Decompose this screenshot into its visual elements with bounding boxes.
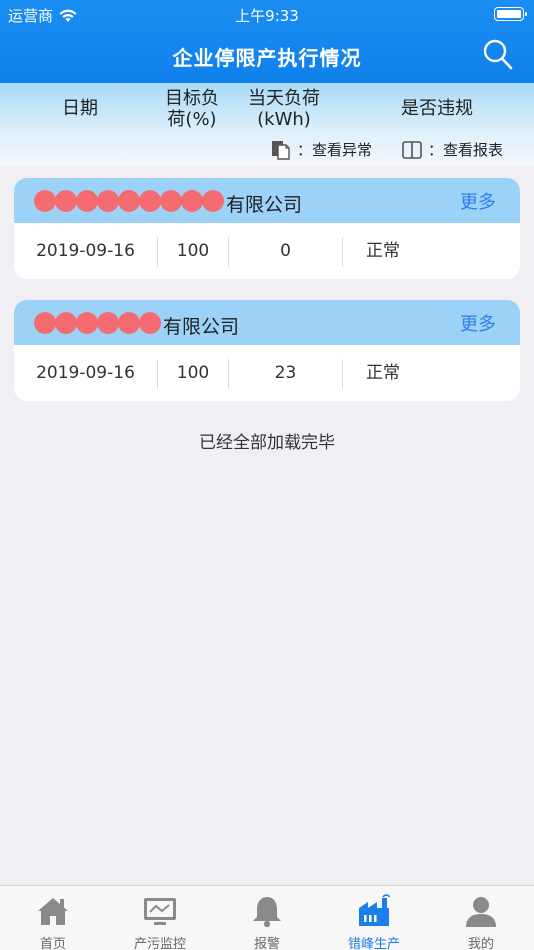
col-target-line2: 荷(%) <box>167 109 217 130</box>
nav-bar: 企业停限产执行情况 <box>0 36 534 76</box>
col-load-line2: (kWh) <box>257 109 311 130</box>
card-row: 2019-09-16 100 23 正常 <box>14 345 520 401</box>
page-title: 企业停限产执行情况 <box>172 46 362 70</box>
redacted-company-name <box>34 190 224 212</box>
col-target-line1: 目标负 <box>165 88 219 109</box>
header-bar: 运营商 上午9:33 企业停限产执行情况 <box>0 0 534 83</box>
tab-mine[interactable]: 我的 <box>428 886 534 950</box>
book-icon <box>402 140 422 159</box>
tab-bar: 首页 产污监控 报警 错峰生产 我的 <box>0 885 534 950</box>
legend-report: ：查看报表 <box>402 139 503 160</box>
legend-abnormal-label: ：查看异常 <box>297 141 373 159</box>
col-violation: 是否违规 <box>401 98 473 119</box>
monitor-icon <box>144 898 176 925</box>
user-icon <box>466 897 496 927</box>
search-icon[interactable] <box>482 38 514 72</box>
status-bar: 运营商 上午9:33 <box>0 0 534 30</box>
tab-peak-production[interactable]: 错峰生产 <box>321 886 427 950</box>
company-card[interactable]: 有限公司 更多 2019-09-16 100 23 正常 <box>14 300 520 401</box>
tab-label: 我的 <box>467 937 494 950</box>
battery-icon <box>494 7 527 21</box>
home-icon <box>38 898 68 925</box>
col-load: 当天负荷 (kWh) <box>238 88 330 130</box>
tab-alarm[interactable]: 报警 <box>214 886 320 950</box>
tab-label: 错峰生产 <box>347 937 400 950</box>
company-name-suffix: 有限公司 <box>226 194 303 216</box>
status-time: 上午9:33 <box>235 7 299 25</box>
date-cell: 2019-09-16 <box>36 241 135 261</box>
tab-home[interactable]: 首页 <box>0 886 106 950</box>
card-row: 2019-09-16 100 0 正常 <box>14 223 520 279</box>
target-cell: 100 <box>176 363 210 383</box>
bell-icon <box>253 897 281 928</box>
col-target: 目标负 荷(%) <box>150 88 234 130</box>
legend-report-label: ：查看报表 <box>428 141 504 159</box>
load-cell: 0 <box>280 241 291 261</box>
tab-label: 首页 <box>39 937 66 950</box>
col-load-line1: 当天负荷 <box>248 88 320 109</box>
col-date: 日期 <box>62 98 98 119</box>
tab-label: 产污监控 <box>133 937 186 950</box>
document-icon <box>272 140 290 160</box>
more-link[interactable]: 更多 <box>460 188 496 214</box>
card-header: 有限公司 更多 <box>14 300 520 345</box>
redacted-company-name <box>34 312 161 334</box>
load-cell: 23 <box>274 363 297 383</box>
legend-abnormal: ：查看异常 <box>271 139 372 160</box>
tab-monitor[interactable]: 产污监控 <box>107 886 213 950</box>
date-cell: 2019-09-16 <box>36 363 135 383</box>
column-header: 日期 目标负 荷(%) 当天负荷 (kWh) 是否违规 ：查看异常 ：查看报表 <box>0 83 534 166</box>
status-cell: 正常 <box>366 241 400 261</box>
factory-icon <box>359 894 390 926</box>
tab-label: 报警 <box>253 937 280 950</box>
all-loaded-text: 已经全部加载完毕 <box>199 433 335 453</box>
status-cell: 正常 <box>366 363 400 383</box>
company-name-suffix: 有限公司 <box>163 316 240 338</box>
card-header: 有限公司 更多 <box>14 178 520 223</box>
target-cell: 100 <box>176 241 210 261</box>
more-link[interactable]: 更多 <box>460 310 496 336</box>
company-card[interactable]: 有限公司 更多 2019-09-16 100 0 正常 <box>14 178 520 279</box>
